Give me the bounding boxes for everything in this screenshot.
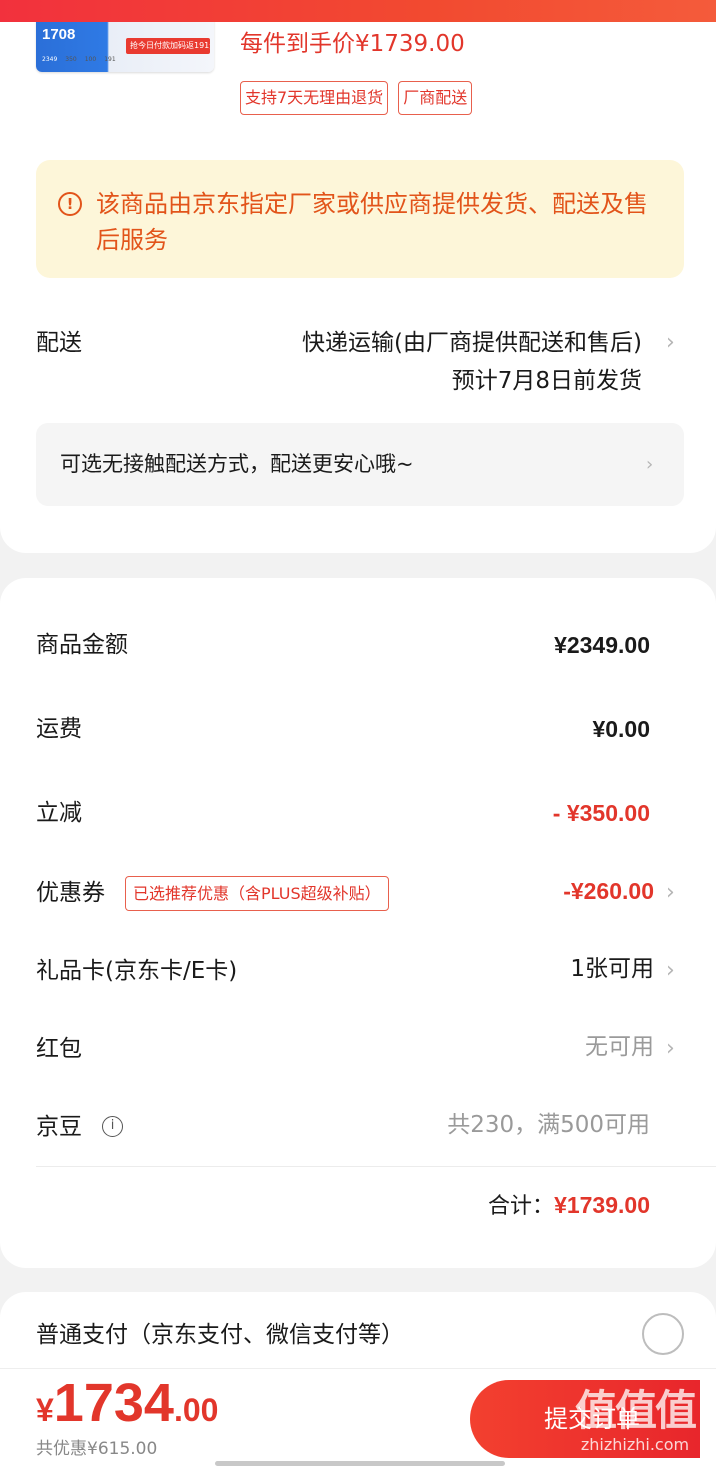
instant-discount-value: - ¥350.00 [552,800,650,826]
coupon-value[interactable]: -¥260.00 [563,874,654,908]
contactless-delivery-option[interactable]: 可选无接触配送方式，配送更安心哦~ [36,423,684,506]
thumbnail-stats: 2349 350 100 191 [42,56,116,63]
chevron-right-icon[interactable]: › [646,448,653,482]
vendor-delivery-tag: 厂商配送 [398,81,473,115]
payment-method-label: 普通支付（京东支付、微信支付等） [36,1322,404,1348]
notice-text: 该商品由京东指定厂家或供应商提供发货、配送及售后服务 [96,190,648,254]
each-price: 每件到手价¥1739.00 [240,31,465,57]
price-integer: 1734 [53,1373,174,1433]
gift-card-value[interactable]: 1张可用 [570,952,654,986]
submit-order-button[interactable]: 提交订单 [470,1380,700,1458]
chevron-right-icon[interactable]: › [666,954,675,988]
summary-divider [36,1166,716,1167]
jd-beans-label: 京豆 [36,1114,82,1140]
price-summary-card [0,578,716,1268]
shipping-value: ¥0.00 [592,716,650,742]
total-value: ¥1739.00 [554,1192,650,1218]
delivery-method[interactable]: 快递运输(由厂商提供配送和售后) [302,326,642,360]
price-decimal: .00 [173,1392,219,1428]
delivery-eta: 预计7月8日前发货 [451,368,642,394]
home-indicator[interactable] [215,1461,505,1466]
info-circle-icon: ! [58,192,82,216]
instant-discount-label: 立减 [36,800,82,826]
red-packet-label: 红包 [36,1036,82,1062]
total-label: 合计： [488,1194,555,1219]
order-total: 合计：¥1739.00 [488,1188,650,1224]
currency-symbol: ¥ [36,1392,54,1428]
service-tags: 支持7天无理由退货 厂商配送 [240,81,473,115]
payment-radio[interactable] [642,1313,684,1355]
header-gradient [0,0,716,22]
jd-beans-value: 共230，满500可用 [447,1112,650,1138]
info-icon[interactable]: i [102,1116,123,1137]
final-price: ¥1734.00 [36,1372,218,1434]
delivery-label: 配送 [36,330,82,356]
chevron-right-icon[interactable]: › [666,1032,675,1066]
gift-card-label: 礼品卡(京东卡/E卡) [36,958,238,984]
thumbnail-price: 1708 [42,26,76,43]
goods-amount-label: 商品金额 [36,632,128,658]
chevron-right-icon[interactable]: › [666,876,675,910]
return-policy-tag: 支持7天无理由退货 [240,81,389,115]
thumbnail-promo: 抢今日付款加码返191元 [126,38,210,54]
chevron-right-icon[interactable]: › [666,326,675,360]
total-savings: 共优惠¥615.00 [36,1439,158,1459]
goods-amount-value: ¥2349.00 [554,632,650,658]
red-packet-value[interactable]: 无可用 [585,1030,654,1064]
shipping-label: 运费 [36,716,82,742]
coupon-label: 优惠券 [36,880,105,906]
coupon-tag: 已选推荐优惠（含PLUS超级补贴） [125,876,389,911]
